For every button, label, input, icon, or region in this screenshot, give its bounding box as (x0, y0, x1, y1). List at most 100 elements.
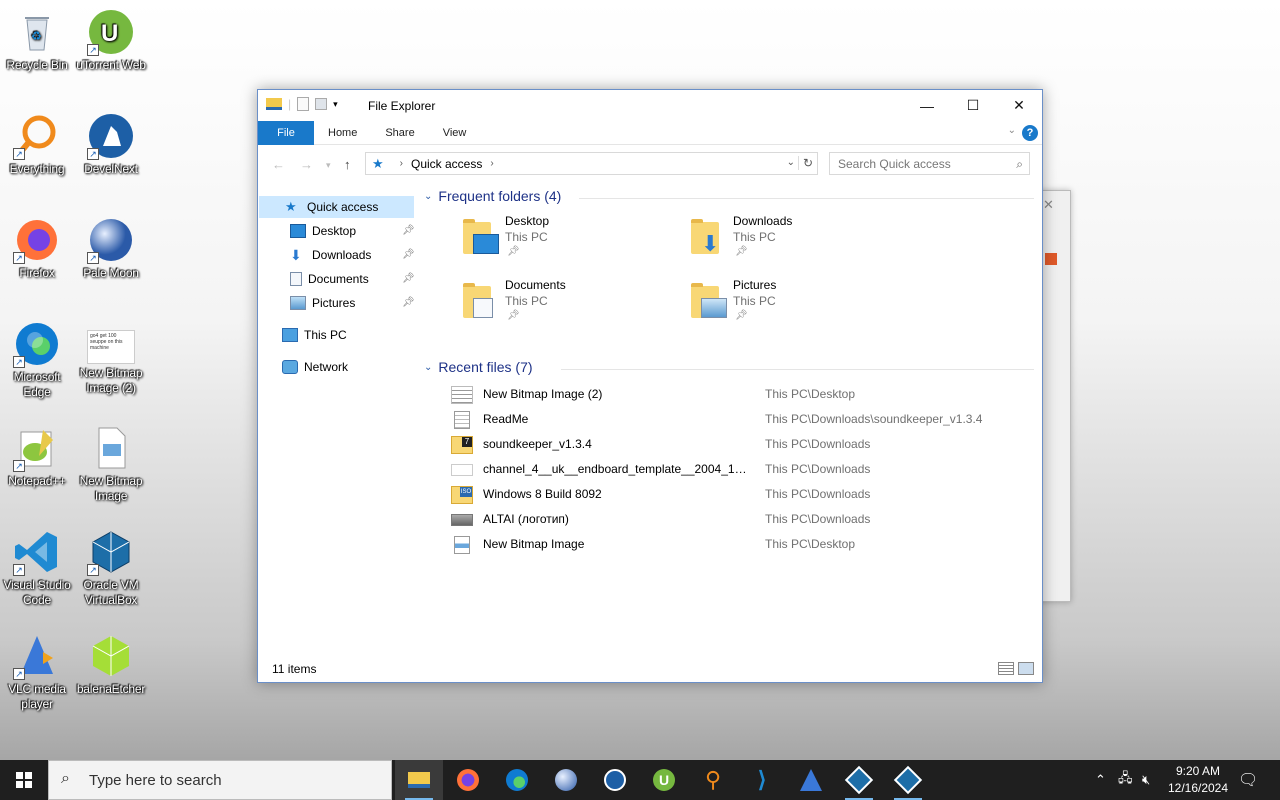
help-icon[interactable]: ? (1022, 125, 1038, 141)
sidebar-item-desktop[interactable]: Desktop (290, 220, 356, 242)
svg-text:U: U (101, 20, 118, 47)
refresh-icon[interactable]: ↻ (797, 156, 813, 170)
desktop-icon-utorrent[interactable]: U ↗ uTorrent Web (74, 4, 148, 73)
sidebar-item-network[interactable]: Network (282, 356, 348, 378)
pictures-folder-icon (687, 280, 731, 322)
close-icon[interactable]: ✕ (1043, 197, 1054, 213)
desktop-icon-bitmap-2[interactable]: go4 get 100 seuppe on this machine New B… (74, 316, 148, 396)
taskbar-vlc[interactable] (787, 760, 835, 800)
forward-arrow-icon[interactable]: → (300, 157, 313, 172)
firefox-icon (457, 769, 479, 791)
desktop-icon-virtualbox[interactable]: ↗ Oracle VM VirtualBox (74, 524, 148, 608)
windows-logo-icon (16, 772, 32, 788)
desktop-icon-recycle-bin[interactable]: ♻ Recycle Bin (0, 4, 74, 73)
taskbar-search-input[interactable]: ⌕ Type here to search (48, 760, 392, 800)
desktop-icon-notepadpp[interactable]: ↗ Notepad++ (0, 420, 74, 489)
volume-muted-icon[interactable]: 🔇︎ (1142, 760, 1150, 800)
maximize-button[interactable]: ☐ (950, 90, 996, 121)
desktop-icon-firefox[interactable]: ↗ Firefox (0, 212, 74, 281)
minimize-button[interactable]: — (904, 90, 950, 121)
sidebar-item-quick-access[interactable]: ★ Quick access (259, 196, 414, 218)
chevron-down-icon[interactable]: ⌄ (424, 362, 432, 373)
image-file-icon (451, 514, 473, 526)
network-status-icon[interactable]: 🖧︎ (1118, 760, 1133, 800)
details-view-icon[interactable] (998, 662, 1014, 675)
recent-files-header[interactable]: ⌄ Recent files (7) (424, 359, 533, 375)
back-arrow-icon[interactable]: ← (272, 157, 285, 172)
desktop-icon-develnext[interactable]: ↗ DevelNext (74, 108, 148, 177)
large-icons-view-icon[interactable] (1018, 662, 1034, 675)
desktop-icon-vscode[interactable]: ↗ Visual Studio Code (0, 524, 74, 608)
recent-locations-icon[interactable]: ▾ (326, 160, 331, 171)
close-button[interactable]: ✕ (996, 90, 1042, 121)
shortcut-arrow-icon: ↗ (87, 148, 99, 160)
tab-view[interactable]: View (429, 121, 481, 145)
frequent-folder-pictures[interactable]: Pictures This PC 📌︎ (687, 276, 907, 332)
title-bar[interactable]: | ▾ File Explorer — ☐ ✕ (258, 90, 1042, 121)
pin-icon[interactable]: 📌︎ (402, 273, 415, 284)
breadcrumb-quick-access[interactable]: Quick access (411, 157, 482, 171)
sidebar-item-documents[interactable]: Documents (290, 268, 369, 290)
desktop-icon-balena-etcher[interactable]: balenaEtcher (74, 628, 148, 697)
computer-icon (282, 328, 298, 342)
up-arrow-icon[interactable]: ↑ (344, 157, 351, 172)
navigation-bar: ← → ▾ ↑ ★ › Quick access › ⌄ ↻ Search Qu… (258, 145, 1042, 181)
expand-ribbon-icon[interactable]: ⌄ (1008, 125, 1016, 136)
frequent-folder-documents[interactable]: Documents This PC 📌︎ (459, 276, 679, 332)
tab-home[interactable]: Home (314, 121, 371, 145)
chevron-down-icon[interactable]: ⌄ (787, 157, 795, 168)
desktop-icon-pale-moon[interactable]: ↗ Pale Moon (74, 212, 148, 281)
chevron-down-icon[interactable]: ⌄ (424, 191, 432, 202)
bitmap-icon (87, 424, 135, 472)
tab-file[interactable]: File (258, 120, 314, 145)
taskbar-everything[interactable]: ⚲ (689, 760, 737, 800)
search-input[interactable]: Search Quick access ⌕ (829, 152, 1030, 175)
sidebar-item-pictures[interactable]: Pictures (290, 292, 355, 314)
recent-file-row[interactable]: channel_4__uk__endboard_template__2004_1… (445, 457, 1035, 482)
desktop-icon-bitmap[interactable]: New Bitmap Image (74, 420, 148, 504)
sidebar-item-downloads[interactable]: ⬇ Downloads (290, 244, 371, 266)
taskbar-file-explorer[interactable] (395, 760, 443, 800)
frequent-folder-downloads[interactable]: ⬇ Downloads This PC 📌︎ (687, 212, 907, 268)
pin-icon[interactable]: 📌︎ (402, 297, 415, 308)
clock[interactable]: 9:20 AM 12/16/2024 (1160, 763, 1236, 797)
chevron-down-icon[interactable]: ▾ (333, 99, 338, 110)
file-explorer-window[interactable]: | ▾ File Explorer — ☐ ✕ File Home Share … (257, 89, 1043, 683)
desktop-icon-edge[interactable]: ↗ Microsoft Edge (0, 316, 74, 400)
recent-file-row[interactable]: New Bitmap Image This PC\Desktop (445, 532, 1035, 557)
sidebar-item-this-pc[interactable]: This PC (282, 324, 347, 346)
address-bar[interactable]: ★ › Quick access › ⌄ ↻ (365, 152, 818, 175)
properties-icon[interactable] (297, 97, 310, 111)
frequent-folders-header[interactable]: ⌄ Frequent folders (4) (424, 188, 561, 204)
chevron-right-icon[interactable]: › (490, 158, 493, 169)
pin-icon[interactable]: 📌︎ (402, 225, 415, 236)
utorrent-icon: U (653, 769, 675, 791)
taskbar-utorrent[interactable]: U (640, 760, 688, 800)
tab-share[interactable]: Share (371, 121, 428, 145)
start-button[interactable] (0, 760, 48, 800)
taskbar-develnext[interactable] (591, 760, 639, 800)
new-folder-icon[interactable] (315, 98, 328, 110)
recent-file-row[interactable]: ALTAI (логотип) This PC\Downloads (445, 507, 1035, 532)
quick-access-toolbar: | ▾ (266, 97, 338, 111)
frequent-folder-desktop[interactable]: Desktop This PC 📌︎ (459, 212, 679, 268)
recent-file-row[interactable]: ReadMe This PC\Downloads\soundkeeper_v1.… (445, 407, 1035, 432)
taskbar-virtualbox-2[interactable] (884, 760, 932, 800)
taskbar-edge[interactable] (493, 760, 541, 800)
taskbar-firefox[interactable] (444, 760, 492, 800)
desktop-icon-vlc[interactable]: ↗ VLC media player (0, 628, 74, 712)
pictures-icon (290, 296, 306, 310)
virtualbox-icon (893, 765, 923, 795)
taskbar-pale-moon[interactable] (542, 760, 590, 800)
chevron-right-icon[interactable]: › (400, 158, 403, 169)
pin-icon[interactable]: 📌︎ (402, 249, 415, 260)
show-hidden-icons-button[interactable]: ⌃ (1095, 760, 1106, 800)
taskbar-virtualbox[interactable] (835, 760, 883, 800)
recent-file-row[interactable]: New Bitmap Image (2) This PC\Desktop (445, 382, 1035, 407)
desktop-icon-everything[interactable]: ↗ Everything (0, 108, 74, 177)
recent-file-row[interactable]: 7 soundkeeper_v1.3.4 This PC\Downloads (445, 432, 1035, 457)
notifications-icon[interactable]: 🗨︎ (1238, 760, 1258, 800)
recent-file-row[interactable]: ISO Windows 8 Build 8092 This PC\Downloa… (445, 482, 1035, 507)
taskbar-vscode[interactable]: ⟩ (738, 760, 786, 800)
edge-icon (506, 769, 528, 791)
